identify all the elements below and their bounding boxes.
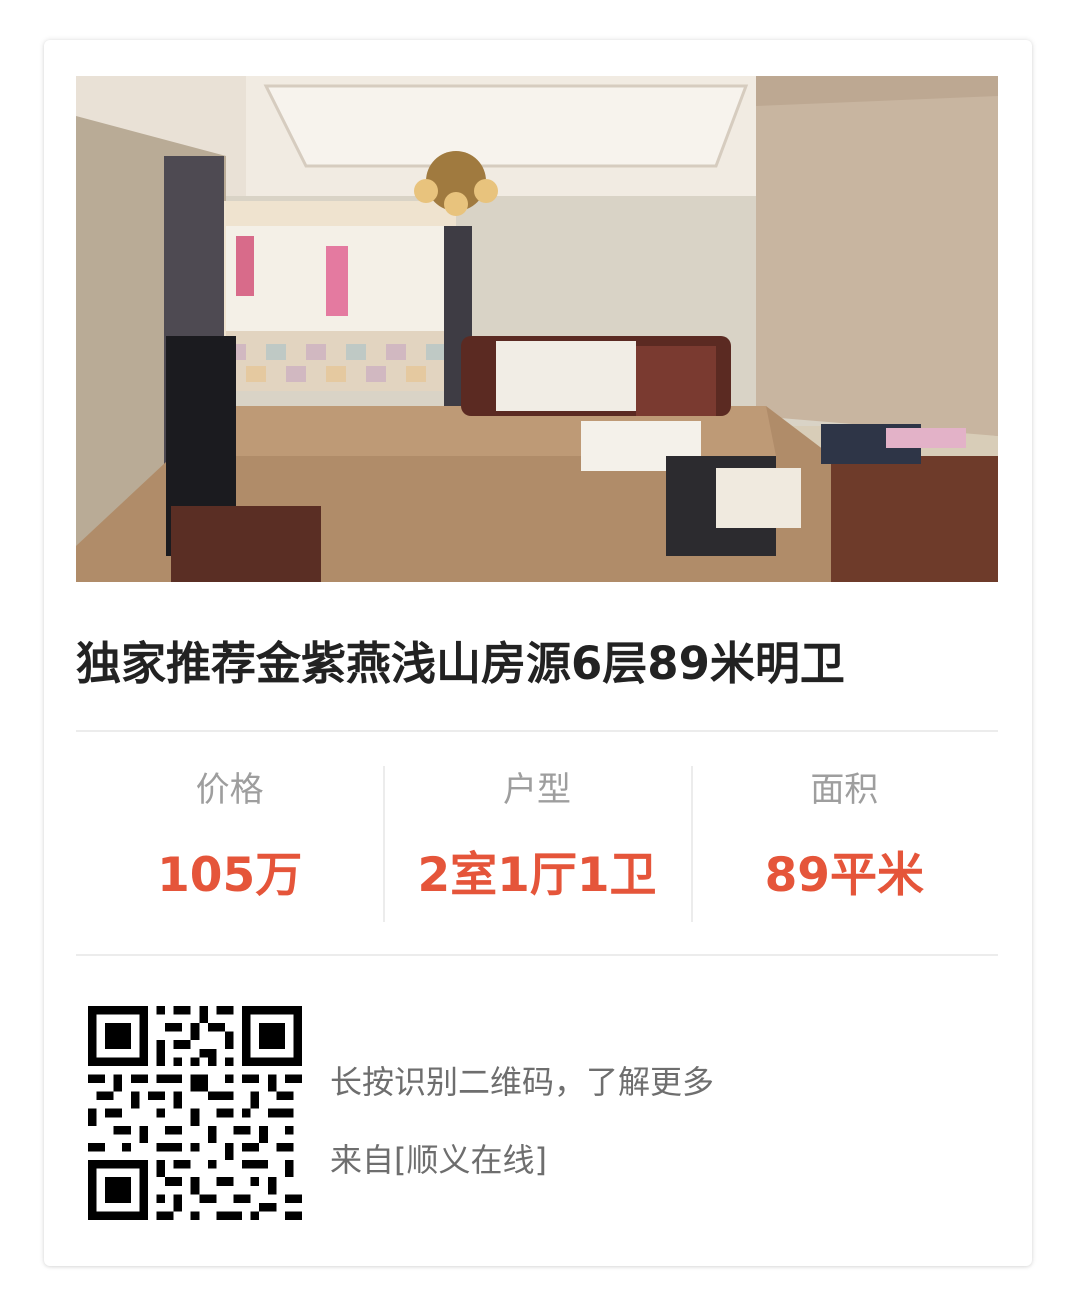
stat-area: 面积 89平米: [690, 766, 998, 922]
stat-price: 价格 105万: [76, 766, 383, 922]
stats-row: 价格 105万 户型 2室1厅1卫 面积 89平米: [76, 766, 998, 922]
divider: [76, 954, 998, 956]
qr-hint-text: 长按识别二维码，了解更多: [330, 1063, 715, 1101]
divider: [76, 730, 998, 732]
stat-value: 89平米: [764, 848, 925, 903]
qr-code[interactable]: [88, 1006, 302, 1220]
living-room-photo-icon: [76, 76, 998, 582]
stat-label: 面积: [810, 770, 879, 810]
listing-card: 独家推荐金紫燕浅山房源6层89米明卫 价格 105万 户型 2室1厅1卫 面积 …: [44, 40, 1032, 1266]
stat-value: 2室1厅1卫: [417, 848, 657, 903]
qr-code-icon: [88, 1006, 302, 1220]
stat-value: 105万: [157, 848, 303, 903]
listing-photo[interactable]: [76, 76, 998, 582]
stat-layout: 户型 2室1厅1卫: [383, 766, 690, 922]
stat-label: 户型: [502, 770, 571, 810]
stat-label: 价格: [195, 770, 264, 810]
source-text: 来自[顺义在线]: [330, 1141, 547, 1179]
listing-title: 独家推荐金紫燕浅山房源6层89米明卫: [76, 637, 845, 690]
share-page: 独家推荐金紫燕浅山房源6层89米明卫 价格 105万 户型 2室1厅1卫 面积 …: [0, 0, 1080, 1307]
